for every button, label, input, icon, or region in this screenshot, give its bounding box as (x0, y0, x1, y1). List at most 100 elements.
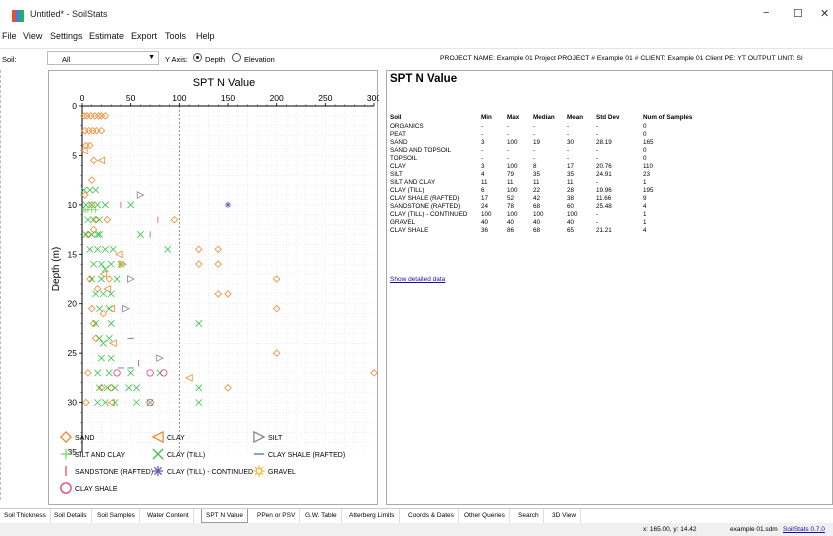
spt-chart[interactable]: 0 50 100 150 200 250 30005101520253035SPT N Va… (49, 71, 381, 506)
data-point (122, 304, 130, 313)
menu-help[interactable]: Help (196, 31, 215, 41)
stats-cell: - (596, 178, 599, 186)
tab-other-queries[interactable]: Other Queries (460, 509, 510, 523)
elevation-radio[interactable] (232, 53, 241, 62)
y-tick-label: 5 (72, 150, 77, 160)
stats-cell: 110 (643, 162, 654, 170)
elevation-radio-label[interactable]: Elevation (244, 55, 275, 64)
data-point (91, 334, 100, 343)
x-tick-label: 100 (172, 93, 186, 103)
tab-water-content[interactable]: Water Content (143, 509, 194, 523)
col-max: Max (507, 114, 520, 121)
stats-cell: 19.96 (596, 186, 612, 194)
data-point (99, 290, 107, 298)
tab-gw-table[interactable]: G.W. Table (301, 509, 342, 523)
tab-coords-dates[interactable]: Coords & Dates (404, 509, 459, 523)
stats-cell: 40 (533, 218, 541, 226)
stats-cell: 17 (481, 194, 489, 202)
tab-3d-view[interactable]: 3D View (548, 509, 582, 523)
tab-search[interactable]: Search (514, 509, 544, 523)
stats-cell: 68 (533, 202, 541, 210)
data-point (107, 260, 115, 268)
tab-ppen-or-psv[interactable]: PPen or PSV (253, 509, 301, 523)
stats-cell: 68 (533, 226, 541, 234)
stats-cell: - (481, 154, 484, 162)
col-min: Min (481, 114, 492, 121)
stats-cell: CLAY (TILL) (390, 186, 425, 194)
tab-soil-samples[interactable]: Soil Samples (93, 509, 140, 523)
stats-cell: 60 (567, 202, 575, 210)
legend-marker (253, 465, 265, 477)
data-point (127, 275, 135, 283)
stats-cell: 0 (643, 154, 647, 162)
data-point (86, 245, 94, 253)
stats-cell: CLAY (TILL) - CONTINUED (390, 210, 468, 218)
data-point (107, 290, 115, 298)
data-point (105, 334, 113, 342)
stats-cell: 36 (481, 226, 489, 234)
stats-cell: 11.66 (596, 194, 612, 202)
data-point (105, 369, 113, 377)
data-point (103, 285, 111, 293)
stats-cell: GRAVEL (390, 218, 416, 226)
menu-view[interactable]: View (23, 31, 42, 41)
stats-cell: 19 (533, 138, 541, 146)
soil-dropdown[interactable]: All ▼ (47, 51, 159, 65)
maximize-button[interactable]: ☐ (793, 7, 803, 20)
stats-cell: - (533, 154, 536, 162)
stats-cell: 3 (481, 138, 485, 146)
left-edge (0, 70, 1, 500)
stats-cell: 4 (643, 226, 647, 234)
menu-tools[interactable]: Tools (165, 31, 186, 41)
stats-row: SILT AND CLAY 11 11 11 11 - 1 (390, 178, 723, 186)
stats-table: Soil Min Max Median Mean Std Dev Num of … (390, 113, 723, 234)
col-median: Median (533, 114, 555, 121)
stats-cell: 3 (481, 162, 485, 170)
stats-title: SPT N Value (390, 73, 458, 85)
legend-label: CLAY (TILL) - CONTINUED (167, 469, 253, 476)
stats-cell: 100 (507, 162, 518, 170)
tab-atterberg-limits[interactable]: Atterberg Limits (345, 509, 400, 523)
menu-export[interactable]: Export (131, 31, 157, 41)
menu-settings[interactable]: Settings (50, 31, 83, 41)
stats-cell: 65 (567, 226, 575, 234)
data-point (89, 156, 98, 165)
show-detailed-data-link[interactable]: Show detailed data (390, 276, 445, 283)
tab-soil-details[interactable]: Soil Details (50, 509, 92, 523)
depth-radio-label[interactable]: Depth (205, 55, 225, 64)
minimize-button[interactable]: − (763, 7, 769, 19)
stats-cell: SILT AND CLAY (390, 178, 436, 186)
status-bar: x: 165.00, y: 14.42 example 01.sdm SoilS… (0, 523, 833, 536)
menu-file[interactable]: File (2, 31, 17, 41)
data-point (224, 201, 232, 209)
stats-cell: - (481, 130, 484, 138)
stats-row: CLAY SHALE 36 86 68 65 21.21 4 (390, 226, 723, 234)
stats-cell: - (533, 146, 536, 154)
legend-label: CLAY (TILL) (167, 452, 205, 459)
close-button[interactable]: ✕ (820, 7, 829, 20)
data-point (90, 216, 98, 224)
stats-cell: 79 (507, 170, 515, 178)
stats-cell: 0 (643, 146, 647, 154)
data-point (92, 186, 100, 194)
version-link[interactable]: SoilStats 0.7.0 (783, 526, 825, 533)
menu-estimate[interactable]: Estimate (89, 31, 124, 41)
stats-cell: 24.91 (596, 170, 612, 178)
stats-cell: CLAY SHALE (RAFTED) (390, 194, 460, 202)
stats-cell: 25.48 (596, 202, 612, 210)
tab-spt-n-value[interactable]: SPT N Value (201, 509, 248, 523)
app-icon (12, 10, 24, 22)
stats-cell: 40 (507, 218, 515, 226)
stats-row: CLAY SHALE (RAFTED) 17 52 42 38 11.66 9 (390, 194, 723, 202)
depth-radio[interactable] (193, 53, 202, 62)
data-point (84, 216, 92, 224)
data-point (86, 186, 94, 194)
stats-cell: - (507, 146, 510, 154)
stats-cell: 8 (533, 162, 537, 170)
stats-cell: - (567, 154, 570, 162)
window-title: Untitled* - SoilStats (30, 9, 108, 19)
stats-cell: 35 (567, 170, 575, 178)
data-point (93, 285, 102, 293)
tab-soil-thickness[interactable]: Soil Thickness (0, 509, 51, 523)
stats-cell: - (481, 122, 484, 130)
